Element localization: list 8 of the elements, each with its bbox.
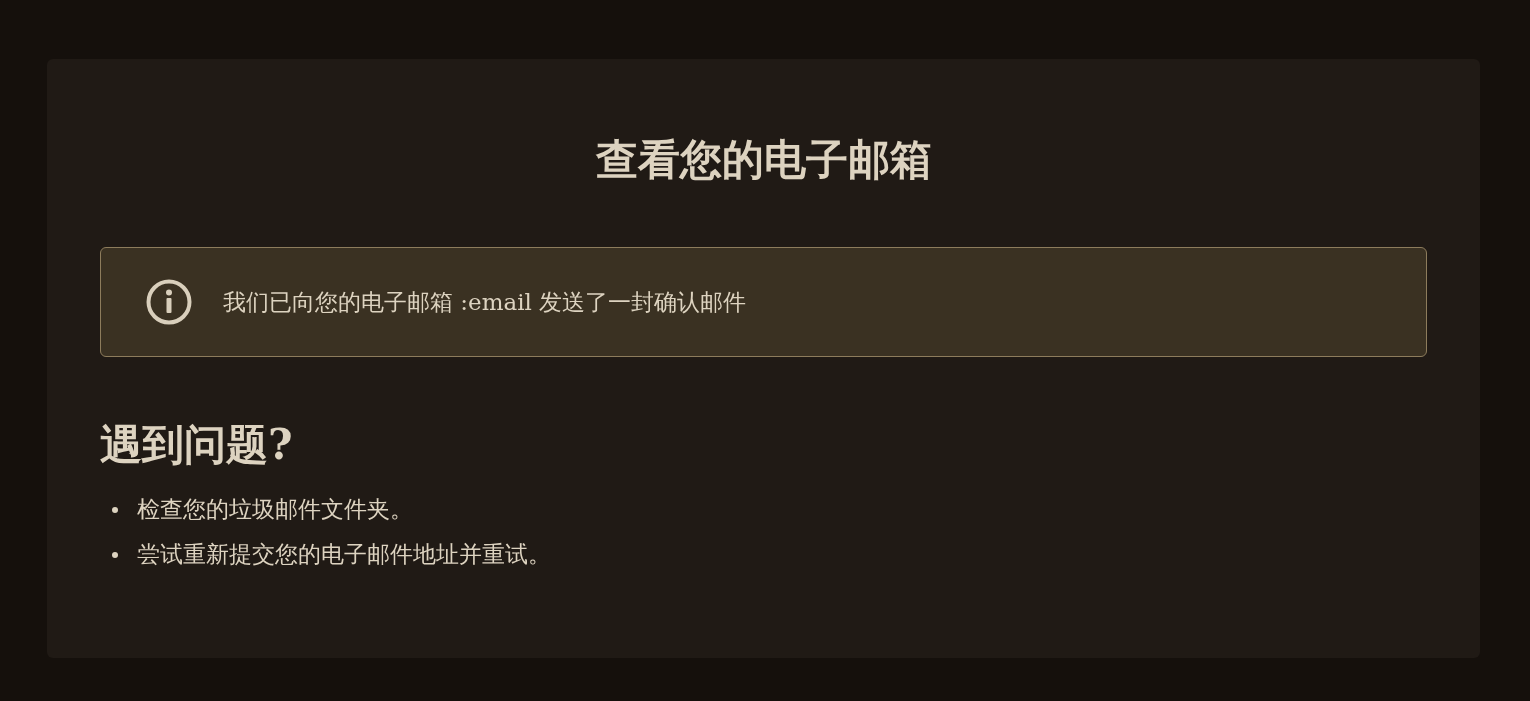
help-heading: 遇到问题? <box>100 419 294 471</box>
help-item: 检查您的垃圾邮件文件夹。 <box>137 495 413 524</box>
page-title: 查看您的电子邮箱 <box>594 134 933 186</box>
bullet-icon <box>112 506 118 513</box>
alert-message: 我们已向您的电子邮箱 :email 发送了一封确认邮件 <box>223 287 747 317</box>
info-icon <box>145 278 193 326</box>
help-item: 尝试重新提交您的电子邮件地址并重试。 <box>137 540 551 569</box>
bullet-icon <box>112 551 118 558</box>
